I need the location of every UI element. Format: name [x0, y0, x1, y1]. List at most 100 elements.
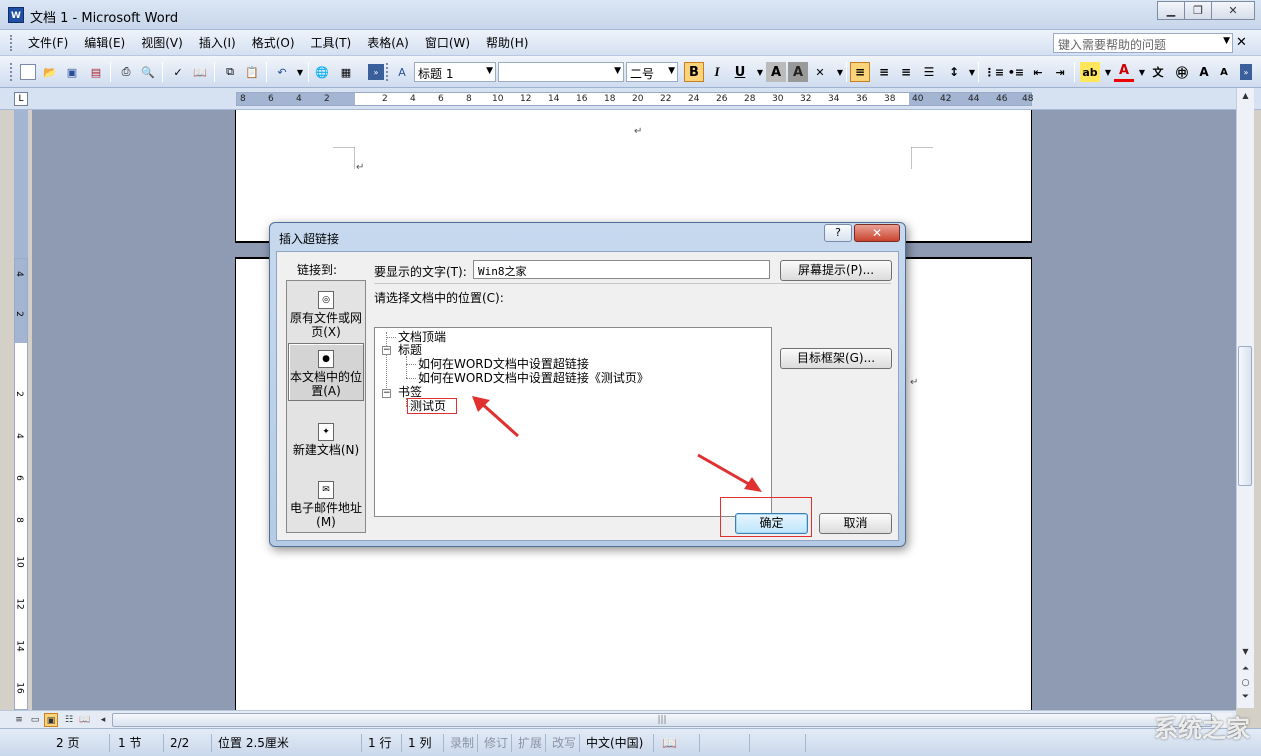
cancel-button[interactable]: 取消 — [819, 513, 892, 534]
horizontal-scroll-thumb[interactable]: ||| — [112, 713, 1212, 727]
maximize-button[interactable]: ❐ — [1184, 1, 1212, 20]
save-icon[interactable]: ▣ — [64, 64, 80, 80]
align-right-icon[interactable]: ≡ — [896, 62, 916, 82]
scroll-up-icon[interactable]: ▲ — [1237, 88, 1254, 104]
status-section[interactable]: 1 节 — [112, 734, 164, 752]
italic-button[interactable]: I — [707, 62, 727, 82]
align-left-icon[interactable]: ≡ — [850, 62, 870, 82]
research-icon[interactable]: 📖 — [192, 64, 208, 80]
char-border-button[interactable]: A — [766, 62, 786, 82]
browse-object-icon[interactable]: ○ — [1237, 676, 1254, 690]
horizontal-scroll-track[interactable]: ||| — [112, 713, 1232, 727]
phonetic-guide-icon[interactable]: 文 — [1148, 62, 1168, 82]
menu-tools[interactable]: 工具(T) — [303, 35, 360, 51]
font-color-icon[interactable]: A — [1114, 62, 1134, 82]
place-existing-file[interactable]: ◎ 原有文件或网页(X) — [288, 291, 364, 339]
tree-node-top[interactable]: 文档顶端 — [398, 330, 446, 344]
copy-icon[interactable]: ⧉ — [222, 64, 238, 80]
open-folder-icon[interactable]: 📂 — [42, 64, 58, 80]
paste-icon[interactable]: 📋 — [244, 64, 260, 80]
grow-font-icon[interactable]: A — [1194, 62, 1214, 82]
print-layout-view-icon[interactable]: ▣ — [44, 713, 58, 727]
undo-icon[interactable]: ↶ — [274, 64, 290, 80]
align-center-icon[interactable]: ≡ — [874, 62, 894, 82]
next-page-icon[interactable]: ⏷ — [1237, 690, 1254, 704]
styles-icon[interactable]: A — [394, 64, 410, 80]
status-overtype[interactable]: 改写 — [546, 734, 580, 752]
increase-indent-icon[interactable]: ⇥ — [1050, 62, 1070, 82]
outline-view-icon[interactable]: ☷ — [62, 713, 76, 727]
hyperlink-icon[interactable]: 🌐 — [314, 64, 330, 80]
previous-page-icon[interactable]: ⏶ — [1237, 662, 1254, 676]
chevron-down-icon[interactable]: ▼ — [1223, 36, 1230, 46]
dialog-close-button[interactable]: ✕ — [854, 224, 900, 242]
close-window-button[interactable]: ✕ — [1211, 1, 1255, 20]
vertical-scrollbar[interactable]: ▲ ▼ ⏶ ○ ⏷ — [1236, 88, 1254, 708]
decrease-indent-icon[interactable]: ⇤ — [1028, 62, 1048, 82]
status-track-changes[interactable]: 修订 — [478, 734, 512, 752]
toolbar-grip-icon[interactable] — [10, 63, 13, 81]
horizontal-ruler[interactable]: 8 6 4 2 2 4 6 8 10 12 14 16 18 20 22 24 … — [236, 92, 1033, 106]
menu-insert[interactable]: 插入(I) — [191, 35, 244, 51]
menu-table[interactable]: 表格(A) — [359, 35, 417, 51]
collapse-bookmarks-icon[interactable]: − — [382, 389, 391, 398]
vertical-ruler[interactable]: 4 2 2 4 6 8 10 12 14 16 — [14, 258, 28, 710]
menu-format[interactable]: 格式(O) — [244, 35, 303, 51]
bold-button[interactable]: B — [684, 62, 704, 82]
scroll-left-icon[interactable]: ◂ — [96, 713, 110, 727]
char-shading-button[interactable]: A — [788, 62, 808, 82]
font-size-combo[interactable]: 二号 ▼ — [626, 62, 678, 82]
chevron-down-icon[interactable]: ▼ — [668, 66, 675, 76]
help-search-input[interactable]: 键入需要帮助的问题 ▼ — [1053, 33, 1233, 53]
status-language[interactable]: 中文(中国) — [580, 734, 654, 752]
new-document-icon[interactable] — [20, 64, 36, 80]
target-frame-button[interactable]: 目标框架(G)... — [780, 348, 892, 369]
undo-dropdown-icon[interactable]: ▼ — [292, 64, 308, 80]
status-page-count[interactable]: 2/2 — [164, 734, 212, 752]
menu-help[interactable]: 帮助(H) — [478, 35, 536, 51]
print-preview-icon[interactable]: 🔍 — [140, 64, 156, 80]
menu-window[interactable]: 窗口(W) — [417, 35, 478, 51]
reading-view-icon[interactable]: 📖 — [78, 713, 92, 727]
tree-node-heading-2[interactable]: 如何在WORD文档中设置超链接《测试页》 — [418, 371, 649, 385]
numbering-icon[interactable]: ⋮≡ — [984, 62, 1004, 82]
menu-view[interactable]: 视图(V) — [133, 35, 191, 51]
status-page[interactable]: 2 页 — [50, 734, 110, 752]
tree-node-headings[interactable]: 标题 — [398, 343, 422, 357]
place-email-address[interactable]: ✉ 电子邮件地址(M) — [288, 481, 364, 529]
permission-icon[interactable]: ▤ — [88, 64, 104, 80]
style-combo[interactable]: 标题 1 ▼ — [414, 62, 496, 82]
enclose-char-icon[interactable]: ㊥ — [1172, 62, 1192, 82]
place-new-document[interactable]: ✦ 新建文档(N) — [288, 423, 364, 457]
menu-grip-icon[interactable] — [10, 35, 13, 51]
web-view-icon[interactable]: ▭ — [28, 713, 42, 727]
tab-selector-icon[interactable]: L — [14, 92, 28, 106]
toolbar-grip-icon[interactable] — [386, 63, 389, 81]
status-record[interactable]: 录制 — [444, 734, 478, 752]
bullets-icon[interactable]: •≡ — [1006, 62, 1026, 82]
display-text-input[interactable]: Win8之家 — [473, 260, 770, 279]
highlight-icon[interactable]: ab — [1080, 62, 1100, 82]
status-position[interactable]: 位置 2.5厘米 — [212, 734, 362, 752]
toolbar-options-icon[interactable]: » — [1240, 64, 1252, 80]
toolbar-options-icon[interactable]: » — [368, 64, 384, 80]
scroll-down-icon[interactable]: ▼ — [1237, 644, 1254, 660]
screentip-button[interactable]: 屏幕提示(P)... — [780, 260, 892, 281]
status-line[interactable]: 1 行 — [362, 734, 402, 752]
menu-edit[interactable]: 编辑(E) — [76, 35, 133, 51]
collapse-headings-icon[interactable]: − — [382, 346, 391, 355]
normal-view-icon[interactable]: ≡ — [12, 713, 26, 727]
place-this-document[interactable]: ● 本文档中的位置(A) — [288, 343, 364, 401]
tree-node-bookmarks[interactable]: 书签 — [398, 385, 422, 399]
chevron-down-icon[interactable]: ▼ — [486, 66, 493, 76]
vertical-scroll-thumb[interactable] — [1238, 346, 1252, 486]
line-spacing-icon[interactable]: ↕ — [944, 62, 964, 82]
tree-node-bookmark-test-page[interactable]: 测试页 — [407, 398, 458, 414]
shrink-font-icon[interactable]: A — [1214, 62, 1234, 82]
dialog-help-button[interactable]: ? — [824, 224, 852, 242]
underline-button[interactable]: U — [730, 62, 750, 82]
char-scaling-icon[interactable]: ✕ — [812, 64, 828, 80]
font-combo[interactable]: ▼ — [498, 62, 624, 82]
print-icon[interactable]: ⎙ — [118, 64, 134, 80]
table-icon[interactable]: ▦ — [338, 64, 354, 80]
